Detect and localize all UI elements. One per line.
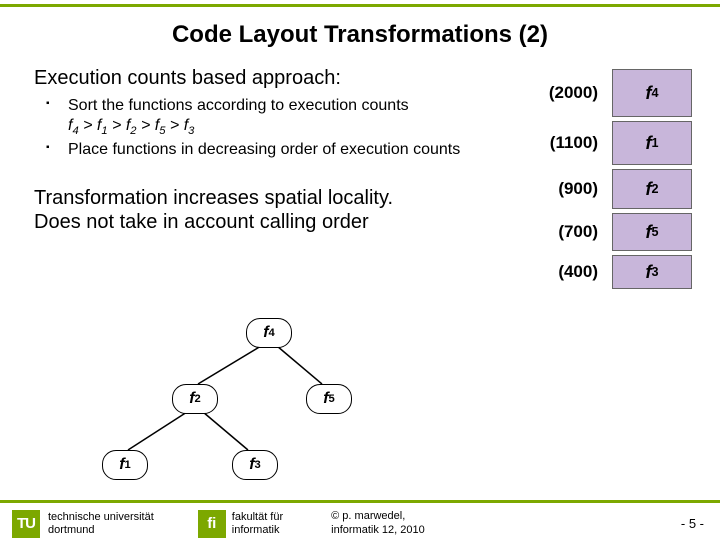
bullet-item: Sort the functions according to executio… xyxy=(68,96,510,138)
table-row: (2000) f4 xyxy=(518,69,692,117)
exec-count: (2000) xyxy=(542,83,598,103)
bullet-list: Sort the functions according to executio… xyxy=(34,96,510,160)
footer: TU technische universität dortmund fi fa… xyxy=(0,500,720,544)
function-box: f4 xyxy=(612,69,692,117)
tu-logo: TU xyxy=(12,510,40,538)
function-box: f3 xyxy=(612,255,692,289)
section-heading: Execution counts based approach: xyxy=(34,67,510,90)
call-tree: f4 f2 f5 f1 f3 xyxy=(90,316,400,486)
uni-line1: technische universität xyxy=(48,511,154,523)
function-box: f2 xyxy=(612,169,692,209)
faculty-block: fi fakultät für informatik xyxy=(198,510,283,538)
fi-line2: informatik xyxy=(232,524,280,536)
cp-line1: © p. marwedel, xyxy=(331,510,405,522)
exec-count: (700) xyxy=(542,222,598,242)
f-subscript: 3 xyxy=(255,459,261,471)
bullet-item: Place functions in decreasing order of e… xyxy=(68,140,510,160)
page-number: - 5 - xyxy=(681,516,708,531)
function-box: f5 xyxy=(612,213,692,251)
f-subscript: 4 xyxy=(651,86,658,100)
followup-line: Transformation increases spatial localit… xyxy=(34,187,393,209)
tree-node-root: f4 xyxy=(246,318,292,348)
exec-count: (1100) xyxy=(542,133,598,153)
left-column: Execution counts based approach: Sort th… xyxy=(34,67,518,293)
exec-count: (400) xyxy=(542,262,598,282)
exec-count: (900) xyxy=(542,179,598,199)
tree-node: f3 xyxy=(232,450,278,480)
table-row: (700) f5 xyxy=(518,213,692,251)
table-row: (1100) f1 xyxy=(518,121,692,165)
f-subscript: 2 xyxy=(195,393,201,405)
function-order: f4 > f1 > f2 > f5 > f3 xyxy=(68,117,194,134)
f-subscript: 4 xyxy=(269,327,275,339)
cp-line2: informatik 12, 2010 xyxy=(331,524,425,536)
f-subscript: 5 xyxy=(651,225,658,239)
tu-logo-box: TU xyxy=(12,510,40,538)
university-name: technische universität dortmund xyxy=(48,511,154,535)
bullet-text: Sort the functions according to executio… xyxy=(68,97,409,114)
f-subscript: 1 xyxy=(125,459,131,471)
table-row: (400) f3 xyxy=(518,255,692,289)
uni-line2: dortmund xyxy=(48,524,94,536)
tree-node: f2 xyxy=(172,384,218,414)
slide-title: Code Layout Transformations (2) xyxy=(0,7,720,67)
f-subscript: 3 xyxy=(651,265,658,279)
f-subscript: 5 xyxy=(329,393,335,405)
fi-logo: fi xyxy=(198,510,226,538)
tree-node: f1 xyxy=(102,450,148,480)
table-row: (900) f2 xyxy=(518,169,692,209)
f-subscript: 1 xyxy=(651,136,658,150)
bullet-text: Place functions in decreasing order of e… xyxy=(68,141,460,158)
fi-line1: fakultät für xyxy=(232,511,283,523)
tree-node: f5 xyxy=(306,384,352,414)
right-column: (2000) f4 (1100) f1 (900) f2 (700) f5 (4… xyxy=(518,67,692,293)
content-area: Execution counts based approach: Sort th… xyxy=(0,67,720,293)
copyright: © p. marwedel, informatik 12, 2010 xyxy=(331,510,425,536)
faculty-name: fakultät für informatik xyxy=(232,511,283,535)
followup-line: Does not take in account calling order xyxy=(34,211,369,233)
f-subscript: 2 xyxy=(651,182,658,196)
function-box: f1 xyxy=(612,121,692,165)
followup-text: Transformation increases spatial localit… xyxy=(34,186,510,234)
